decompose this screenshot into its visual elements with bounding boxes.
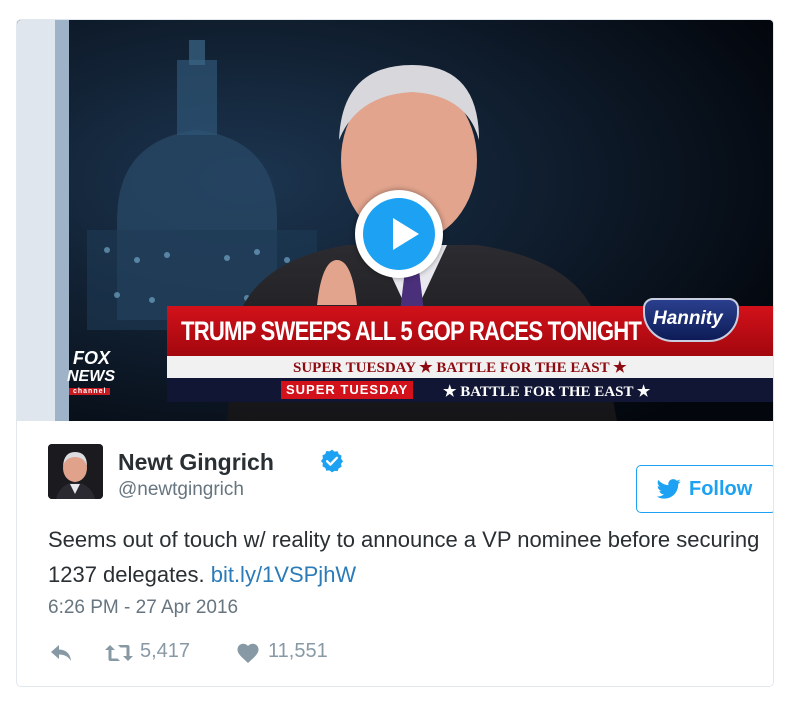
fox-news-logo: FOX NEWS channel <box>67 348 115 395</box>
subline-banner-1: SUPER TUESDAY ★ BATTLE FOR THE EAST ★ <box>167 356 773 378</box>
follow-label: Follow <box>689 478 753 500</box>
heart-icon <box>237 643 259 663</box>
avatar-portrait-icon <box>48 444 103 499</box>
author-header: Newt Gingrich @newtgingrich Follow <box>48 443 773 513</box>
subline-2-text: ★ BATTLE FOR THE EAST ★ <box>443 384 651 400</box>
retweet-button[interactable]: 5,417 <box>104 638 214 668</box>
play-button[interactable] <box>355 190 443 278</box>
play-icon <box>363 198 435 270</box>
follow-button[interactable]: Follow <box>636 465 773 513</box>
tweet-card: FOX NEWS channel TRUMP SWEEPS ALL 5 GOP … <box>16 19 774 687</box>
avatar[interactable] <box>48 444 103 499</box>
author-name[interactable]: Newt Gingrich <box>118 449 274 476</box>
retweet-icon <box>105 645 133 661</box>
video-thumbnail[interactable]: FOX NEWS channel TRUMP SWEEPS ALL 5 GOP … <box>17 20 773 421</box>
subline-2-tag: SUPER TUESDAY <box>281 381 414 399</box>
tweet-timestamp[interactable]: 6:26 PM - 27 Apr 2016 <box>48 597 238 619</box>
like-button[interactable]: 11,551 <box>236 638 346 668</box>
reply-button[interactable] <box>48 638 78 668</box>
tweet-text: Seems out of touch w/ reality to announc… <box>48 522 768 592</box>
subline-banner-2: SUPER TUESDAY ★ BATTLE FOR THE EAST ★ <box>167 378 773 402</box>
show-name: Hannity <box>653 308 723 329</box>
tweet-link[interactable]: bit.ly/1VSPjhW <box>211 562 357 587</box>
show-badge: Hannity <box>643 298 739 342</box>
twitter-bird-icon <box>657 479 681 499</box>
author-handle[interactable]: @newtgingrich <box>118 479 244 501</box>
headline-text: TRUMP SWEEPS ALL 5 GOP RACES TONIGHT <box>181 316 642 346</box>
retweet-count: 5,417 <box>140 640 191 662</box>
subline-1-text: SUPER TUESDAY ★ BATTLE FOR THE EAST ★ <box>293 360 627 376</box>
reply-icon <box>51 645 71 661</box>
verified-badge-icon <box>320 449 344 473</box>
like-count: 11,551 <box>268 640 328 662</box>
tweet-body: Seems out of touch w/ reality to announc… <box>48 527 760 587</box>
tweet-actions: 5,417 11,551 <box>48 638 448 668</box>
